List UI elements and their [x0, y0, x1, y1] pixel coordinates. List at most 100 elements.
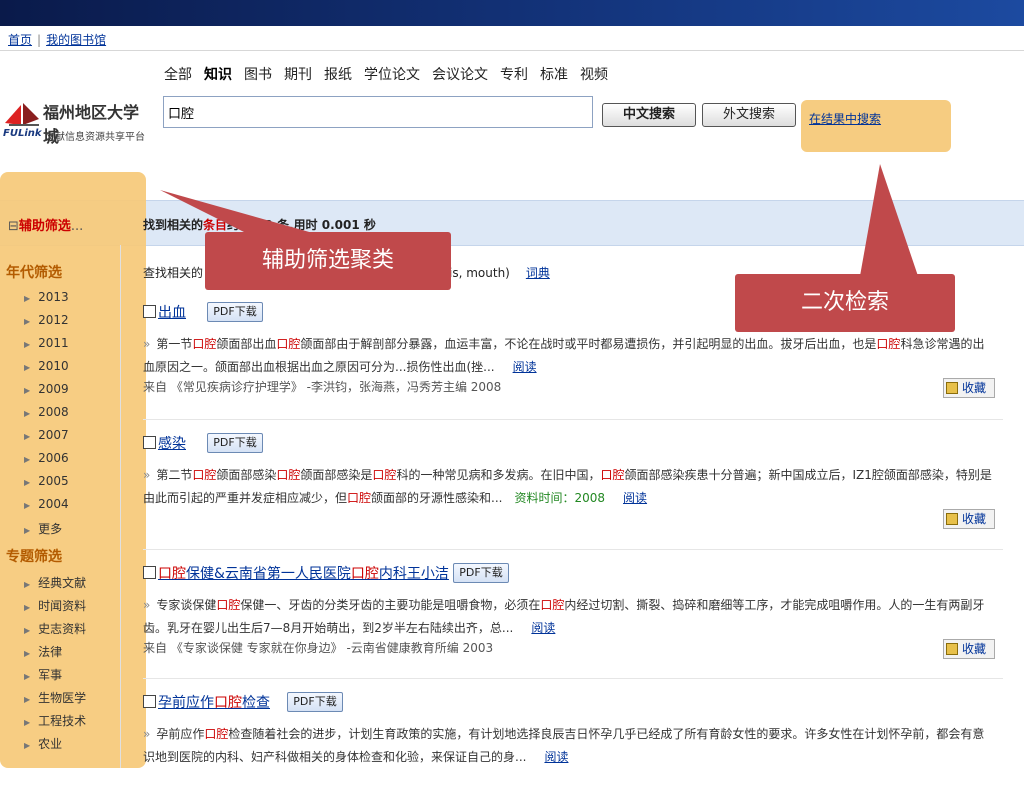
result-snippet: » 第一节口腔颌面部出血口腔颌面部由于解剖部分暴露，血运丰富，不论在战时或平时都易… — [143, 333, 993, 379]
top-nav: 首页 | 我的图书馆 — [8, 31, 106, 48]
nav-separator: | — [37, 33, 42, 47]
aux-filter-ellipsis: ... — [70, 219, 84, 234]
topic-filter-item[interactable]: ▶ 生物医学 — [24, 689, 86, 706]
topic-filter-item[interactable]: ▶ 农业 — [24, 735, 62, 752]
year-filter-label: 2006 — [38, 451, 69, 465]
favorite-button[interactable]: 收藏 — [943, 378, 995, 398]
title-part: 内科王小洁 — [378, 566, 449, 582]
topic-filter-item[interactable]: ▶ 法律 — [24, 643, 62, 660]
snippet-part: 科的一种常见病和多发病。在旧中国， — [396, 468, 601, 482]
title-part: 感染 — [158, 436, 186, 452]
year-filter-item[interactable]: ▶ 2005 — [24, 474, 69, 488]
result-snippet: » 专家谈保健口腔保健一、牙齿的分类牙齿的主要功能是咀嚼食物，必须在口腔内经过切割… — [143, 594, 993, 640]
chinese-search-button[interactable]: 中文搜索 — [602, 103, 696, 127]
read-link[interactable]: 阅读 — [544, 750, 568, 764]
site-logo[interactable]: 福州地区大学城 FULink 文献信息资源共享平台 — [3, 97, 153, 146]
search-input[interactable] — [163, 96, 593, 128]
year-filter-label: 2012 — [38, 313, 69, 327]
result-separator — [143, 549, 1003, 550]
result-snippet: » 孕前应作口腔检查随着社会的进步，计划生育政策的实施，有计划地选择良辰吉日怀孕几… — [143, 723, 993, 769]
read-link[interactable]: 阅读 — [531, 621, 555, 635]
title-part: 保健&云南省第一人民医院 — [186, 566, 351, 582]
category-tab[interactable]: 专利 — [500, 67, 528, 83]
pdf-download-button[interactable]: PDF下载 — [207, 433, 263, 453]
year-filter-item[interactable]: ▶ 2008 — [24, 405, 69, 419]
snippet-part: 口腔 — [372, 468, 397, 482]
result-checkbox[interactable] — [143, 566, 156, 579]
category-tab[interactable]: 全部 — [164, 67, 192, 83]
arrow-right-icon: ▶ — [24, 455, 31, 464]
category-tab[interactable]: 知识 — [204, 67, 232, 83]
category-tab[interactable]: 视频 — [580, 67, 608, 83]
arrow-right-icon: ▶ — [24, 478, 31, 487]
results-summary-hot: 条目 — [203, 218, 228, 232]
year-filter-label: 2009 — [38, 382, 69, 396]
search-in-results-link[interactable]: 在结果中搜索 — [809, 110, 881, 127]
topic-filter-item[interactable]: ▶ 军事 — [24, 666, 62, 683]
favorite-button[interactable]: 收藏 — [943, 639, 995, 659]
arrow-right-icon: ▶ — [24, 718, 31, 727]
aux-filter-toggle[interactable]: ⊟辅助筛选... — [8, 215, 83, 234]
read-link[interactable]: 阅读 — [623, 491, 647, 505]
result-title-link[interactable]: 孕前应作口腔检查 — [158, 695, 270, 711]
result-snippet: » 第二节口腔颌面部感染口腔颌面部感染是口腔科的一种常见病和多发病。在旧中国，口腔… — [143, 464, 993, 510]
topic-filter-item[interactable]: ▶ 史志资料 — [24, 620, 86, 637]
year-filter-item[interactable]: ▶ 2004 — [24, 497, 69, 511]
result-source: 来自 《专家谈保健 专家就在你身边》 -云南省健康教育所编 2003 — [143, 641, 494, 655]
results-summary-prefix: 找到相关的 — [143, 218, 204, 232]
my-library-link[interactable]: 我的图书馆 — [46, 33, 106, 47]
foreign-search-button[interactable]: 外文搜索 — [702, 103, 796, 127]
year-filter-item[interactable]: ▶ 2012 — [24, 313, 69, 327]
topic-filter-label: 法律 — [38, 645, 63, 659]
dictionary-link[interactable]: 词典 — [526, 266, 550, 280]
result-title-link[interactable]: 感染 — [158, 436, 186, 452]
results-summary-rest: 约 2.52 条,用时 0.001 秒 — [227, 218, 376, 232]
result-title: 孕前应作口腔检查 — [143, 692, 270, 712]
category-tab[interactable]: 会议论文 — [432, 67, 488, 83]
favorite-icon — [946, 513, 958, 525]
year-filter-item[interactable]: ▶ 更多 — [24, 520, 62, 537]
year-filter-item[interactable]: ▶ 2010 — [24, 359, 69, 373]
pdf-download-button[interactable]: PDF下载 — [287, 692, 343, 712]
aux-filter-callout: 辅助筛选聚类 — [205, 232, 451, 290]
year-filter-item[interactable]: ▶ 2006 — [24, 451, 69, 465]
title-part: 检查 — [242, 695, 270, 711]
home-link[interactable]: 首页 — [8, 33, 32, 47]
category-tab[interactable]: 报纸 — [324, 67, 352, 83]
result-checkbox[interactable] — [143, 436, 156, 449]
topic-filter-label: 农业 — [38, 737, 63, 751]
result-title-link[interactable]: 出血 — [158, 305, 186, 321]
topic-filter-item[interactable]: ▶ 时闻资料 — [24, 597, 86, 614]
read-link[interactable]: 阅读 — [513, 360, 537, 374]
arrow-right-icon: ▶ — [24, 603, 31, 612]
year-filter-item[interactable]: ▶ 2013 — [24, 290, 69, 304]
arrow-right-icon: ▶ — [24, 649, 31, 658]
category-tab[interactable]: 标准 — [540, 67, 568, 83]
result-checkbox[interactable] — [143, 305, 156, 318]
topic-filter-label: 军事 — [38, 668, 63, 682]
topic-filter-item[interactable]: ▶ 经典文献 — [24, 574, 86, 591]
category-tab[interactable]: 学位论文 — [364, 67, 420, 83]
topic-filter-item[interactable]: ▶ 工程技术 — [24, 712, 86, 729]
result-checkbox[interactable] — [143, 695, 156, 708]
snippet-part: 口腔 — [276, 337, 301, 351]
collapse-icon: ⊟ — [8, 219, 19, 234]
topic-filter-label: 生物医学 — [38, 691, 87, 705]
arrow-right-icon: ▶ — [24, 695, 31, 704]
snippet-part: 口腔 — [192, 337, 217, 351]
pdf-download-button[interactable]: PDF下载 — [207, 302, 263, 322]
quote-icon: » — [143, 727, 151, 741]
year-filter-item[interactable]: ▶ 2011 — [24, 336, 69, 350]
snippet-part: 颌面部感染是 — [300, 468, 373, 482]
year-filter-item[interactable]: ▶ 2007 — [24, 428, 69, 442]
snippet-part: 专家谈保健 — [156, 598, 217, 612]
arrow-right-icon: ▶ — [24, 580, 31, 589]
category-tab[interactable]: 图书 — [244, 67, 272, 83]
pdf-download-button[interactable]: PDF下载 — [453, 563, 509, 583]
favorite-button[interactable]: 收藏 — [943, 509, 995, 529]
year-filter-label: 2008 — [38, 405, 69, 419]
favorite-icon — [946, 382, 958, 394]
category-tab[interactable]: 期刊 — [284, 67, 312, 83]
result-title-link[interactable]: 口腔保健&云南省第一人民医院口腔内科王小洁 — [158, 566, 449, 582]
year-filter-item[interactable]: ▶ 2009 — [24, 382, 69, 396]
